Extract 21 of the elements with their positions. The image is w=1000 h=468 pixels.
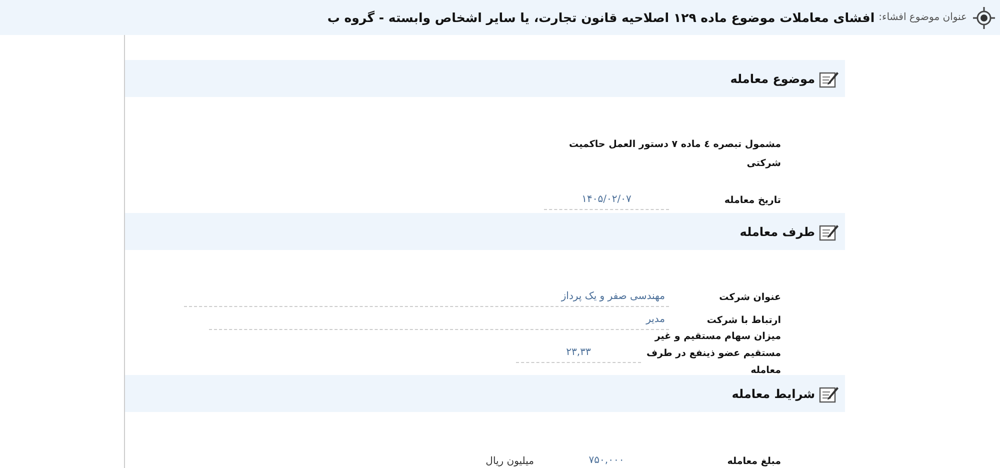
field-value: ۷۵۰,۰۰۰ bbox=[544, 452, 669, 468]
note-text: مشمول تبصره ٤ ماده ۷ دستور العمل حاکمیت شرکتی bbox=[568, 138, 781, 171]
section-title: شرایط معامله bbox=[732, 386, 815, 400]
section-title: طرف معامله bbox=[740, 224, 815, 238]
section-title: موضوع معامله bbox=[730, 72, 815, 86]
edit-note-icon bbox=[819, 222, 839, 240]
subject-label: عنوان موضوع افشاء: bbox=[878, 12, 967, 23]
unit-text: میلیون ریال bbox=[486, 456, 534, 467]
field-label: ارتباط با شرکت bbox=[706, 314, 781, 328]
field-label: مبلغ معامله bbox=[726, 455, 781, 468]
field-value: ۱۴۰۵/۰۲/۰۷ bbox=[544, 192, 669, 210]
edit-note-icon bbox=[819, 384, 839, 402]
edit-note-icon bbox=[819, 70, 839, 88]
target-icon bbox=[973, 6, 995, 28]
field-value: ۲۳,۳۳ bbox=[516, 344, 641, 362]
disclosure-title: افشای معاملات موضوع ماده ۱۲۹ اصلاحیه قانون تجارت، یا سایر اشخاص وابسته - گروه ب bbox=[327, 10, 875, 25]
field-value: مدیر bbox=[209, 312, 669, 330]
field-label: میزان سهام مستقیم و غیر مستقیم عضو ذینفع در طرف معامله bbox=[645, 330, 781, 378]
field-label: تاریخ معامله bbox=[723, 194, 781, 208]
field-value: مهندسی صفر و یک پرداز bbox=[184, 288, 669, 306]
field-label: عنوان شرکت bbox=[718, 291, 781, 305]
